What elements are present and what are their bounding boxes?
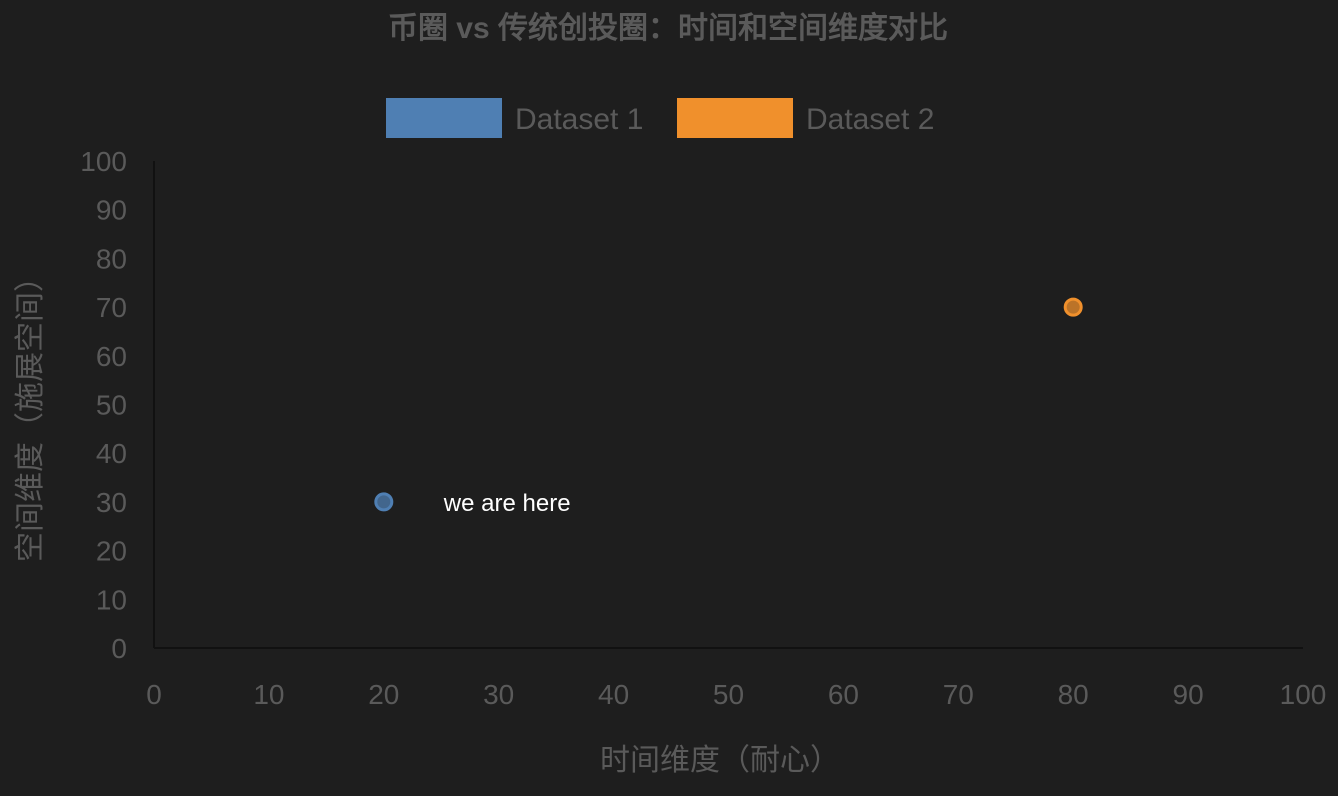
y-tick-label: 0 (111, 633, 127, 664)
y-tick-label: 10 (96, 584, 127, 615)
legend: Dataset 1 Dataset 2 (386, 98, 934, 138)
x-tick-label: 100 (1280, 679, 1327, 710)
x-tick-label: 50 (713, 679, 744, 710)
scatter-chart: 币圈 vs 传统创投圈：时间和空间维度对比 Dataset 1 Dataset 2… (14, 11, 1327, 777)
y-tick-label: 50 (96, 390, 127, 421)
y-tick-label: 30 (96, 487, 127, 518)
y-tick-label: 90 (96, 195, 127, 226)
y-tick-label: 40 (96, 438, 127, 469)
data-point (1063, 297, 1083, 317)
x-tick-label: 40 (598, 679, 629, 710)
x-tick-label: 10 (253, 679, 284, 710)
y-tick-label: 100 (80, 146, 127, 177)
annotation-label: we are here (443, 490, 571, 517)
legend-label: Dataset 1 (515, 103, 643, 136)
x-tick-label: 0 (146, 679, 162, 710)
x-tick-label: 90 (1173, 679, 1204, 710)
x-tick-label: 80 (1058, 679, 1089, 710)
x-tick-label: 70 (943, 679, 974, 710)
y-tick-label: 20 (96, 536, 127, 567)
chart-title: 币圈 vs 传统创投圈：时间和空间维度对比 (388, 11, 948, 45)
x-tick-label: 20 (368, 679, 399, 710)
y-tick-label: 80 (96, 243, 127, 274)
legend-swatch (677, 98, 793, 138)
x-tick-label: 30 (483, 679, 514, 710)
x-axis-label: 时间维度（耐心） (600, 744, 840, 777)
y-axis-label: 空间维度（施展空间） (14, 262, 47, 562)
legend-swatch (386, 98, 502, 138)
data-point (374, 492, 394, 512)
legend-label: Dataset 2 (806, 103, 934, 136)
x-tick-label: 60 (828, 679, 859, 710)
y-tick-label: 60 (96, 341, 127, 372)
y-tick-label: 70 (96, 292, 127, 323)
